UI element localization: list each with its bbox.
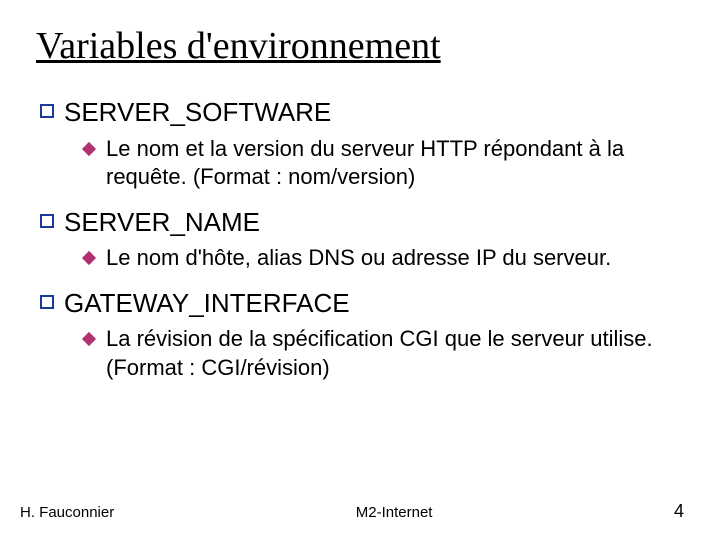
env-var-description: La révision de la spécification CGI que … <box>106 325 666 382</box>
list-item: Le nom et la version du serveur HTTP rép… <box>84 135 684 192</box>
list-item: GATEWAY_INTERFACE <box>40 287 684 320</box>
footer-course: M2-Internet <box>356 504 433 521</box>
list-item: SERVER_SOFTWARE <box>40 96 684 129</box>
square-bullet-icon <box>40 104 54 118</box>
diamond-bullet-icon <box>82 251 96 265</box>
slide-title: Variables d'environnement <box>36 24 684 68</box>
footer-page-number: 4 <box>674 501 684 522</box>
diamond-bullet-icon <box>82 141 96 155</box>
env-var-name: SERVER_SOFTWARE <box>64 96 331 129</box>
slide-footer: H. Fauconnier M2-Internet 4 <box>0 501 720 522</box>
square-bullet-icon <box>40 214 54 228</box>
square-bullet-icon <box>40 295 54 309</box>
env-var-name: GATEWAY_INTERFACE <box>64 287 350 320</box>
list-item: La révision de la spécification CGI que … <box>84 325 684 382</box>
footer-author: H. Fauconnier <box>20 504 114 521</box>
diamond-bullet-icon <box>82 332 96 346</box>
env-var-description: Le nom et la version du serveur HTTP rép… <box>106 135 666 192</box>
env-var-description: Le nom d'hôte, alias DNS ou adresse IP d… <box>106 244 611 273</box>
list-item: SERVER_NAME <box>40 206 684 239</box>
env-var-name: SERVER_NAME <box>64 206 260 239</box>
list-item: Le nom d'hôte, alias DNS ou adresse IP d… <box>84 244 684 273</box>
